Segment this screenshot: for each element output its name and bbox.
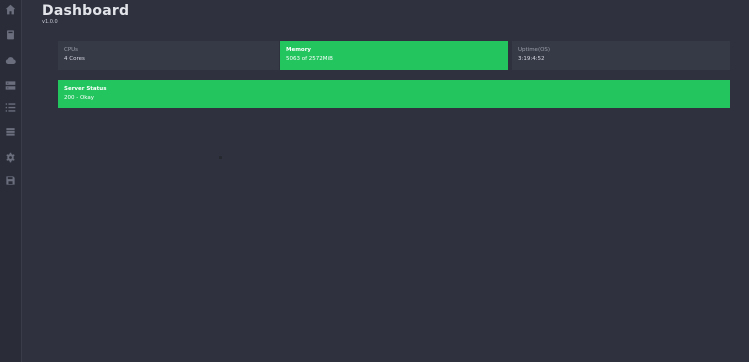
memory-card: Memory 5063 of 2572MiB [280,41,508,70]
home-icon[interactable] [0,2,21,16]
uptime-value: 3:19:4:52 [518,56,545,62]
page-title: Dashboard [42,3,130,19]
version-label: v1.0.0 [42,19,58,25]
sidebar [0,0,22,362]
cpus-card: CPUs 4 Cores [58,41,279,70]
storage-icon[interactable] [0,124,21,138]
database-icon[interactable] [0,27,21,41]
uptime-label: Uptime(OS) [518,47,551,53]
cpus-label: CPUs [64,47,79,53]
uptime-card: Uptime(OS) 3:19:4:52 [512,41,730,70]
cloud-icon[interactable] [0,53,21,67]
memory-value: 5063 of 2572MiB [286,56,333,62]
server-status-value: 200 - Okay [64,95,95,101]
memory-label: Memory [286,47,312,53]
list-icon[interactable] [0,100,21,114]
cursor-dot [219,156,222,159]
server-status-card: Server Status 200 - Okay [58,80,730,108]
server-icon[interactable] [0,78,21,92]
gear-icon[interactable] [0,150,21,164]
cpus-value: 4 Cores [64,56,85,62]
save-icon[interactable] [0,173,21,187]
server-status-label: Server Status [64,86,107,92]
